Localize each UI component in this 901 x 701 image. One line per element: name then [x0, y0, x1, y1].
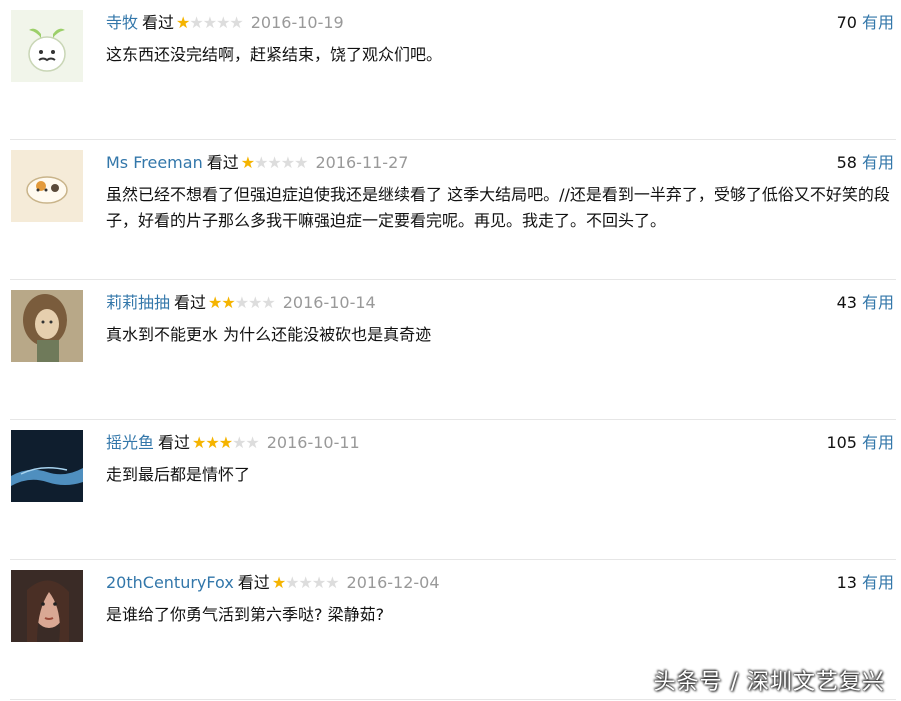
useful-button[interactable]: 有用: [862, 293, 894, 312]
username-link[interactable]: Ms Freeman: [106, 153, 203, 172]
rating-stars: ★★★★★: [240, 152, 309, 174]
review-item: 莉莉抽抽 看过 ★★★★★ 2016-10-14 43 有用 真水到不能更水 为什么还能…: [10, 280, 896, 420]
avatar[interactable]: [11, 430, 83, 502]
review-date: 2016-12-04: [346, 573, 440, 592]
review-date: 2016-10-11: [266, 433, 360, 452]
review-header: 20thCenturyFox 看过 ★★★★★ 2016-12-04: [106, 572, 896, 594]
star-empty-icon: ★: [261, 293, 275, 312]
star-filled-icon: ★: [221, 293, 235, 312]
star-empty-icon: ★: [294, 153, 308, 172]
star-empty-icon: ★: [254, 153, 268, 172]
star-filled-icon: ★: [271, 573, 286, 592]
useful-button[interactable]: 有用: [862, 153, 894, 172]
username-link[interactable]: 莉莉抽抽: [106, 293, 170, 312]
review-header: Ms Freeman 看过 ★★★★★ 2016-11-27: [106, 152, 896, 174]
review-content: 是谁给了你勇气活到第六季哒? 梁静茹?: [106, 605, 385, 624]
star-empty-icon: ★: [234, 293, 249, 312]
vote-count: 43: [836, 293, 857, 312]
watch-status: 看过: [142, 13, 175, 32]
vote-count: 70: [836, 13, 857, 32]
username-link[interactable]: 摇光鱼: [106, 433, 154, 452]
avatar[interactable]: [11, 290, 83, 362]
vote-count: 105: [826, 433, 857, 452]
star-filled-icon: ★: [208, 293, 222, 312]
watch-status: 看过: [174, 293, 207, 312]
review-header: 摇光鱼 看过 ★★★★★ 2016-10-11: [106, 432, 896, 454]
vote-count: 13: [836, 573, 857, 592]
review-header: 寺牧 看过 ★★★★★ 2016-10-19: [106, 12, 896, 34]
star-empty-icon: ★: [280, 153, 295, 172]
rating-stars: ★★★★★: [208, 292, 276, 314]
vote-area: 13 有用: [837, 572, 894, 594]
star-filled-icon: ★: [192, 433, 206, 452]
avatar[interactable]: [11, 150, 83, 222]
username-link[interactable]: 20thCenturyFox: [106, 573, 234, 592]
star-empty-icon: ★: [189, 13, 203, 32]
watch-status: 看过: [237, 573, 270, 592]
rating-stars: ★★★★★: [271, 572, 340, 594]
star-empty-icon: ★: [298, 573, 313, 592]
star-empty-icon: ★: [325, 573, 339, 592]
review-content: 真水到不能更水 为什么还能没被砍也是真奇迹: [106, 325, 432, 344]
useful-button[interactable]: 有用: [862, 433, 894, 452]
vote-count: 58: [836, 153, 857, 172]
vote-area: 70 有用: [837, 12, 894, 34]
avatar[interactable]: [11, 10, 83, 82]
star-empty-icon: ★: [248, 293, 262, 312]
star-empty-icon: ★: [267, 153, 281, 172]
review-content: 走到最后都是情怀了: [106, 465, 251, 484]
useful-button[interactable]: 有用: [862, 13, 894, 32]
watch-status: 看过: [206, 153, 239, 172]
star-empty-icon: ★: [202, 13, 217, 32]
star-filled-icon: ★: [205, 433, 219, 452]
vote-area: 58 有用: [837, 152, 894, 174]
star-empty-icon: ★: [311, 573, 326, 592]
star-empty-icon: ★: [245, 433, 259, 452]
rating-stars: ★★★★★: [176, 12, 244, 34]
watermark: 头条号 / 深圳文艺复兴: [653, 670, 885, 695]
review-date: 2016-10-14: [282, 293, 376, 312]
avatar[interactable]: [11, 570, 83, 642]
star-filled-icon: ★: [218, 433, 233, 452]
vote-area: 105 有用: [826, 432, 894, 454]
review-content: 这东西还没完结啊，赶紧结束，饶了观众们吧。: [106, 45, 443, 64]
useful-button[interactable]: 有用: [862, 573, 894, 592]
vote-area: 43 有用: [837, 292, 894, 314]
review-date: 2016-11-27: [315, 153, 409, 172]
star-filled-icon: ★: [240, 153, 255, 172]
review-header: 莉莉抽抽 看过 ★★★★★ 2016-10-14: [106, 292, 896, 314]
review-date: 2016-10-19: [250, 13, 344, 32]
star-empty-icon: ★: [216, 13, 230, 32]
watch-status: 看过: [158, 433, 191, 452]
review-item: Ms Freeman 看过 ★★★★★ 2016-11-27 58 有用 虽然已经不想看…: [10, 140, 896, 280]
star-empty-icon: ★: [285, 573, 299, 592]
username-link[interactable]: 寺牧: [106, 13, 138, 32]
star-empty-icon: ★: [229, 13, 243, 32]
review-item: 摇光鱼 看过 ★★★★★ 2016-10-11 105 有用 走到最后都是情怀了: [10, 420, 896, 560]
review-item: 寺牧 看过 ★★★★★ 2016-10-19 70 有用 这东西还没完结啊，赶紧结束，饶…: [10, 0, 896, 140]
rating-stars: ★★★★★: [192, 432, 260, 454]
review-content: 虽然已经不想看了但强迫症迫使我还是继续看了 这季大结局吧。//还是看到一半弃了，…: [106, 185, 890, 230]
star-filled-icon: ★: [176, 13, 190, 32]
star-empty-icon: ★: [232, 433, 246, 452]
